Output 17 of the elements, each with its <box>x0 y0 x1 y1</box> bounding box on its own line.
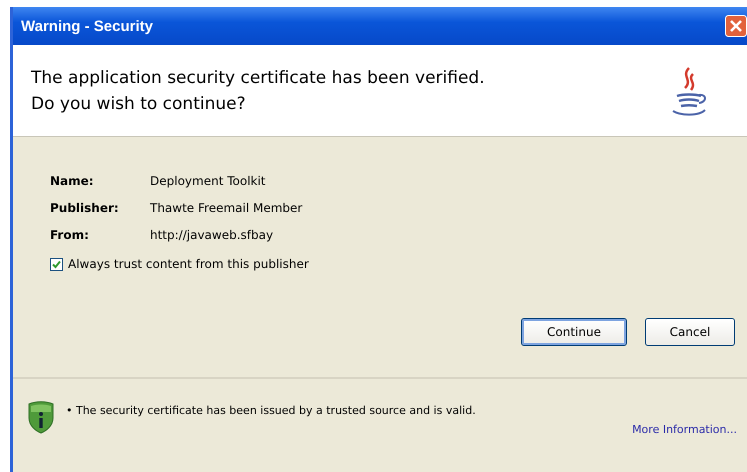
field-label: From: <box>50 228 90 243</box>
checkbox-label[interactable]: Always trust content from this publisher <box>68 257 309 271</box>
coffee-cup-icon <box>671 66 707 116</box>
window-title: Warning - Security <box>21 18 153 34</box>
field-label: Publisher: <box>50 201 120 216</box>
checkbox[interactable] <box>50 258 63 270</box>
close-button[interactable] <box>725 15 747 37</box>
field-value: http://javaweb.sfbay <box>150 228 274 243</box>
field-label: Name: <box>50 174 95 189</box>
field-value: Deployment Toolkit <box>150 174 267 189</box>
shield-info-icon <box>28 400 54 434</box>
continue-button[interactable]: Continue <box>521 318 627 346</box>
more-information-link[interactable]: More Information... <box>632 423 737 436</box>
cancel-button[interactable]: Cancel <box>645 318 735 346</box>
header-message: The application security certificate has been verified. Do you wish to continue? <box>31 66 485 116</box>
field-value: Thawte Freemail Member <box>150 201 304 216</box>
security-note: • The security certificate has been issued by a trusted source and is valid. <box>66 404 476 417</box>
